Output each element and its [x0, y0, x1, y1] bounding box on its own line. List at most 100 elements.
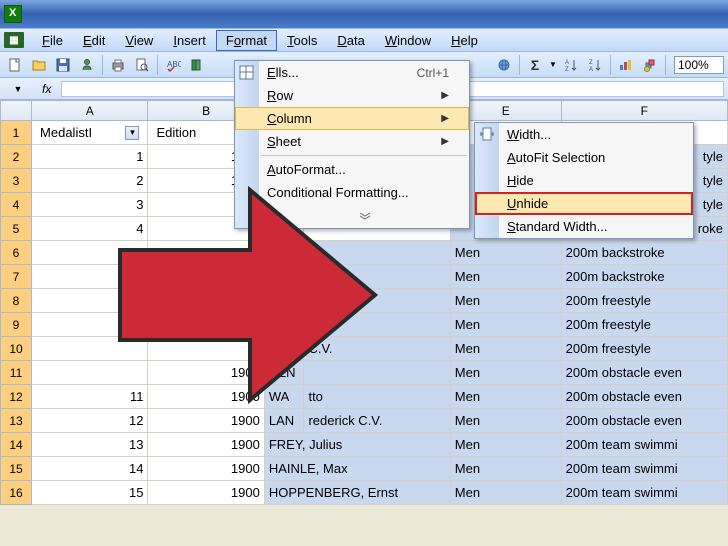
row-header[interactable]: 15: [1, 457, 32, 481]
cell[interactable]: [304, 361, 450, 385]
menu-item-standard-width[interactable]: Standard Width...: [475, 215, 693, 238]
cell[interactable]: 1900: [148, 433, 264, 457]
filter-dropdown-icon[interactable]: ▼: [125, 126, 139, 140]
menu-item-width[interactable]: Width...: [475, 123, 693, 146]
menu-item-autofit[interactable]: AutoFit Selection: [475, 146, 693, 169]
menu-insert[interactable]: Insert: [163, 30, 216, 51]
cell[interactable]: Men: [450, 481, 561, 505]
cell[interactable]: [264, 313, 304, 337]
cell[interactable]: 200m team swimmi: [561, 481, 727, 505]
menu-item-sheet[interactable]: Sheet▶: [235, 130, 469, 153]
cell[interactable]: 1900: [148, 481, 264, 505]
row-header[interactable]: 6: [1, 241, 32, 265]
row-header[interactable]: 12: [1, 385, 32, 409]
cell[interactable]: 200m freestyle: [561, 337, 727, 361]
cell[interactable]: Men: [450, 241, 561, 265]
row-header[interactable]: 1: [1, 121, 32, 145]
drawing-button[interactable]: [639, 54, 661, 76]
cell[interactable]: [304, 241, 450, 265]
cell[interactable]: HAINLE, Max: [264, 457, 450, 481]
cell[interactable]: 1900: [148, 385, 264, 409]
row-header[interactable]: 4: [1, 193, 32, 217]
cell[interactable]: 200m backstroke: [561, 241, 727, 265]
cell[interactable]: 5: [32, 241, 148, 265]
menu-item-autoformat[interactable]: AutoFormat...: [235, 158, 469, 181]
fx-icon[interactable]: fx: [36, 82, 57, 96]
menu-item-unhide[interactable]: Unhide: [475, 192, 693, 215]
row-header[interactable]: 5: [1, 217, 32, 241]
row-header[interactable]: 9: [1, 313, 32, 337]
cell[interactable]: 14: [32, 457, 148, 481]
cell[interactable]: Men: [450, 361, 561, 385]
research-button[interactable]: [186, 54, 208, 76]
cell[interactable]: Men: [450, 289, 561, 313]
cell[interactable]: tto: [304, 385, 450, 409]
row-header[interactable]: 14: [1, 433, 32, 457]
menu-item-conditional-formatting[interactable]: Conditional Formatting...: [235, 181, 469, 204]
menu-format[interactable]: Format: [216, 30, 277, 51]
cell[interactable]: 6: [32, 265, 148, 289]
row-header[interactable]: 11: [1, 361, 32, 385]
cell[interactable]: 13: [32, 433, 148, 457]
menu-tools[interactable]: Tools: [277, 30, 327, 51]
cell[interactable]: Men: [450, 433, 561, 457]
row-header[interactable]: 13: [1, 409, 32, 433]
save-button[interactable]: [52, 54, 74, 76]
row-header[interactable]: 8: [1, 289, 32, 313]
cell[interactable]: 2: [32, 169, 148, 193]
cell[interactable]: 12: [32, 409, 148, 433]
cell[interactable]: 1: [32, 145, 148, 169]
row-header[interactable]: 2: [1, 145, 32, 169]
menu-help[interactable]: Help: [441, 30, 488, 51]
cell[interactable]: Men: [450, 265, 561, 289]
cell[interactable]: 0: [148, 337, 264, 361]
menu-item-cells[interactable]: Ells... Ctrl+1: [235, 61, 469, 84]
cell[interactable]: 1900: [148, 409, 264, 433]
cell[interactable]: 200m obstacle even: [561, 409, 727, 433]
name-box-dropdown[interactable]: ▼: [4, 81, 32, 97]
cell[interactable]: rederick C.V.: [304, 409, 450, 433]
cell[interactable]: 1900: [148, 361, 264, 385]
col-header-a[interactable]: A: [32, 101, 148, 121]
open-button[interactable]: [28, 54, 50, 76]
cell[interactable]: 15: [32, 481, 148, 505]
chart-wizard-button[interactable]: [615, 54, 637, 76]
cell[interactable]: Men: [450, 385, 561, 409]
select-all-corner[interactable]: [1, 101, 32, 121]
row-header[interactable]: 16: [1, 481, 32, 505]
row-header[interactable]: 7: [1, 265, 32, 289]
header-cell-medalist[interactable]: MedalistI▼: [32, 121, 148, 145]
cell[interactable]: 1900: [148, 457, 264, 481]
menu-window[interactable]: Window: [375, 30, 441, 51]
cell[interactable]: 200m freestyle: [561, 289, 727, 313]
menu-file[interactable]: File: [32, 30, 73, 51]
col-header-f[interactable]: F: [561, 101, 727, 121]
menu-edit[interactable]: Edit: [73, 30, 115, 51]
zoom-combo[interactable]: 100%: [674, 56, 724, 74]
cell[interactable]: 3: [32, 193, 148, 217]
cell[interactable]: [304, 265, 450, 289]
cell[interactable]: [304, 289, 450, 313]
cell[interactable]: Men: [450, 337, 561, 361]
menu-item-column[interactable]: Column▶: [235, 107, 469, 130]
cell[interactable]: FREY, Julius: [264, 433, 450, 457]
spelling-button[interactable]: ABC: [162, 54, 184, 76]
autosum-button[interactable]: Σ: [524, 54, 546, 76]
cell[interactable]: [304, 313, 450, 337]
menu-expand-icon[interactable]: [235, 204, 469, 228]
cell[interactable]: 200m freestyle: [561, 313, 727, 337]
row-header[interactable]: 3: [1, 169, 32, 193]
cell[interactable]: 200m backstroke: [561, 265, 727, 289]
cell[interactable]: [148, 313, 264, 337]
cell[interactable]: Men: [450, 409, 561, 433]
menu-view[interactable]: View: [115, 30, 163, 51]
cell[interactable]: [264, 265, 304, 289]
row-header[interactable]: 10: [1, 337, 32, 361]
cell[interactable]: Men: [450, 457, 561, 481]
cell[interactable]: 7: [32, 289, 148, 313]
cell[interactable]: WA: [264, 385, 304, 409]
cell[interactable]: 11: [32, 385, 148, 409]
cell[interactable]: HOPPENBERG, Ernst: [264, 481, 450, 505]
cell[interactable]: 1900: [148, 265, 264, 289]
hyperlink-button[interactable]: [493, 54, 515, 76]
